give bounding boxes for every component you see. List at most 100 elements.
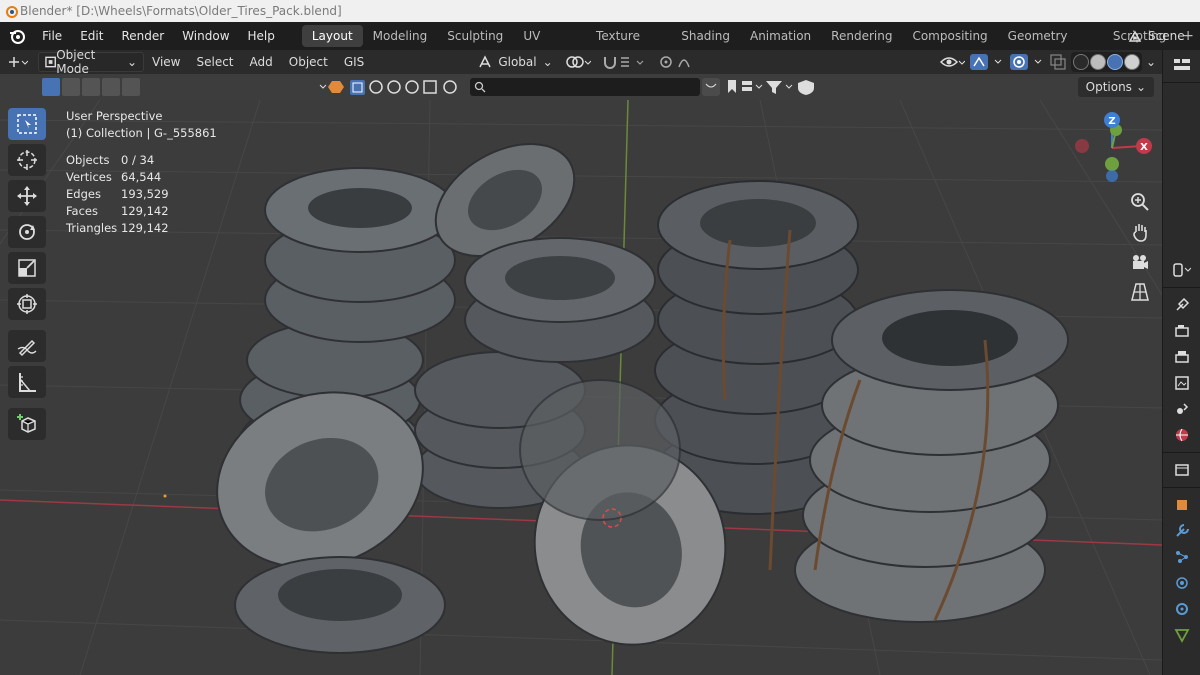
window-title-bar: Blender* [D:\Wheels\Formats\Older_Tires_… [0,0,1200,22]
perspective-label: User Perspective [66,109,163,123]
camera-view-tool[interactable] [1128,250,1152,274]
object-mode-select[interactable]: Object Mode ⌄ [38,48,144,76]
view-layer-icon [1175,376,1189,390]
tab-sculpting[interactable]: Sculpting [437,25,513,47]
options-dropdown[interactable]: Options ⌄ [1077,77,1154,97]
scale-tool[interactable] [8,252,46,284]
tab-rendering[interactable]: Rendering [821,25,902,47]
output-printer-icon [1175,351,1189,363]
tab-shading[interactable]: Shading [671,25,740,47]
menu-window[interactable]: Window [173,22,238,50]
properties-icon [1173,263,1191,277]
zoom-tool[interactable] [1128,190,1152,214]
outliner-filter-icons[interactable] [318,79,468,95]
transform-tool[interactable] [8,288,46,320]
material-preview-shading-icon[interactable] [1106,54,1123,70]
orientation-icon [479,55,491,68]
menu-view[interactable]: View [144,52,188,72]
outliner-search-input[interactable] [470,78,700,96]
perspective-toggle-tool[interactable] [1128,280,1152,304]
tab-geometry-nodes[interactable]: Geometry Nodes [998,25,1103,65]
menu-add[interactable]: Add [242,52,281,72]
tab-data[interactable] [1163,622,1200,648]
menu-render[interactable]: Render [112,22,173,50]
tab-physics[interactable] [1163,570,1200,596]
object-square-icon [1177,500,1187,510]
tool-settings-bar: Options ⌄ [0,74,1162,100]
tab-layout[interactable]: Layout [301,25,363,47]
tab-modeling[interactable]: Modeling [363,25,438,47]
tab-object[interactable] [1163,492,1200,518]
header-right-cluster: ⌄ [939,50,1162,74]
stat-value: 64,544 [121,170,162,184]
menu-gis[interactable]: GIS [336,52,372,72]
wireframe-shading-icon[interactable] [1072,54,1089,70]
tab-animation[interactable]: Animation [740,25,821,47]
select-box-tool[interactable] [8,108,46,140]
add-cube-icon [17,414,36,433]
measure-tool[interactable] [8,366,46,398]
chevron-down-icon: ⌄ [542,55,553,69]
physics-orbit-icon [1176,577,1188,589]
annotate-tool[interactable] [8,330,46,362]
select-extend-icon[interactable] [62,78,80,96]
pan-tool[interactable] [1128,220,1152,244]
scene-label: Scene [1148,29,1185,43]
move-tool[interactable] [8,180,46,212]
stat-row: Objects 0 / 34 [66,152,217,169]
outliner-icon [1174,59,1190,70]
properties-editor-strip [1162,50,1200,675]
pivot-point-button[interactable] [559,52,597,72]
snap-button[interactable] [597,52,653,72]
menu-object[interactable]: Object [281,52,336,72]
gizmo-toggle-icon[interactable] [969,53,1005,71]
select-new-icon[interactable] [42,78,60,96]
scene-selector[interactable]: Scene [1116,22,1200,50]
top-menu-bar: File Edit Render Window Help Layout Mode… [0,22,1200,65]
tab-render[interactable] [1163,318,1200,344]
properties-type-button[interactable] [1163,257,1200,283]
overlays-toggle-icon[interactable] [1009,53,1045,71]
menu-edit[interactable]: Edit [71,22,112,50]
cursor-tool[interactable] [8,144,46,176]
transform-orientation-select[interactable]: Global ⌄ [472,52,558,72]
select-invert-icon[interactable] [102,78,120,96]
navigation-gizmo[interactable]: Z X [1070,108,1162,188]
tab-world[interactable] [1163,422,1200,448]
solid-shading-icon[interactable] [1089,54,1106,70]
tab-compositing[interactable]: Compositing [902,25,997,47]
chevron-down-icon[interactable]: ⌄ [1146,55,1156,69]
divider [1163,287,1200,288]
tab-output[interactable] [1163,344,1200,370]
tire-pile-model[interactable] [192,121,1069,666]
tab-constraints[interactable] [1163,596,1200,622]
tab-scene[interactable] [1163,396,1200,422]
cursor-icon [17,150,37,170]
add-cube-tool[interactable] [8,408,46,440]
xray-toggle-icon[interactable] [1049,53,1067,71]
proportional-editing-button[interactable] [653,52,707,72]
tab-uv-editing[interactable]: UV Editing [513,25,586,65]
blender-logo-icon [6,6,18,18]
blender-menu-icon[interactable] [6,25,27,47]
rendered-shading-icon[interactable] [1123,54,1140,70]
navigation-tools [1128,190,1152,304]
tab-texture-paint[interactable]: Texture Paint [586,25,671,65]
tab-collection[interactable] [1163,457,1200,483]
rotate-tool[interactable] [8,216,46,248]
scene-statistics: Objects 0 / 34 Vertices 64,544 Edges 193,52… [66,152,217,237]
tab-view-layer[interactable] [1163,370,1200,396]
viewport-shading-group [1070,52,1142,72]
menu-help[interactable]: Help [239,22,284,50]
tab-modifiers[interactable] [1163,518,1200,544]
select-intersect-icon[interactable] [122,78,140,96]
tab-tool[interactable] [1163,292,1200,318]
tab-particles[interactable] [1163,544,1200,570]
menu-file[interactable]: File [33,22,71,50]
visibility-eye-icon[interactable] [939,54,965,70]
menu-select[interactable]: Select [188,52,241,72]
outliner-type-button[interactable] [1163,52,1200,78]
editor-type-button[interactable] [0,52,34,72]
filter-controls-icons[interactable] [702,78,822,96]
select-subtract-icon[interactable] [82,78,100,96]
